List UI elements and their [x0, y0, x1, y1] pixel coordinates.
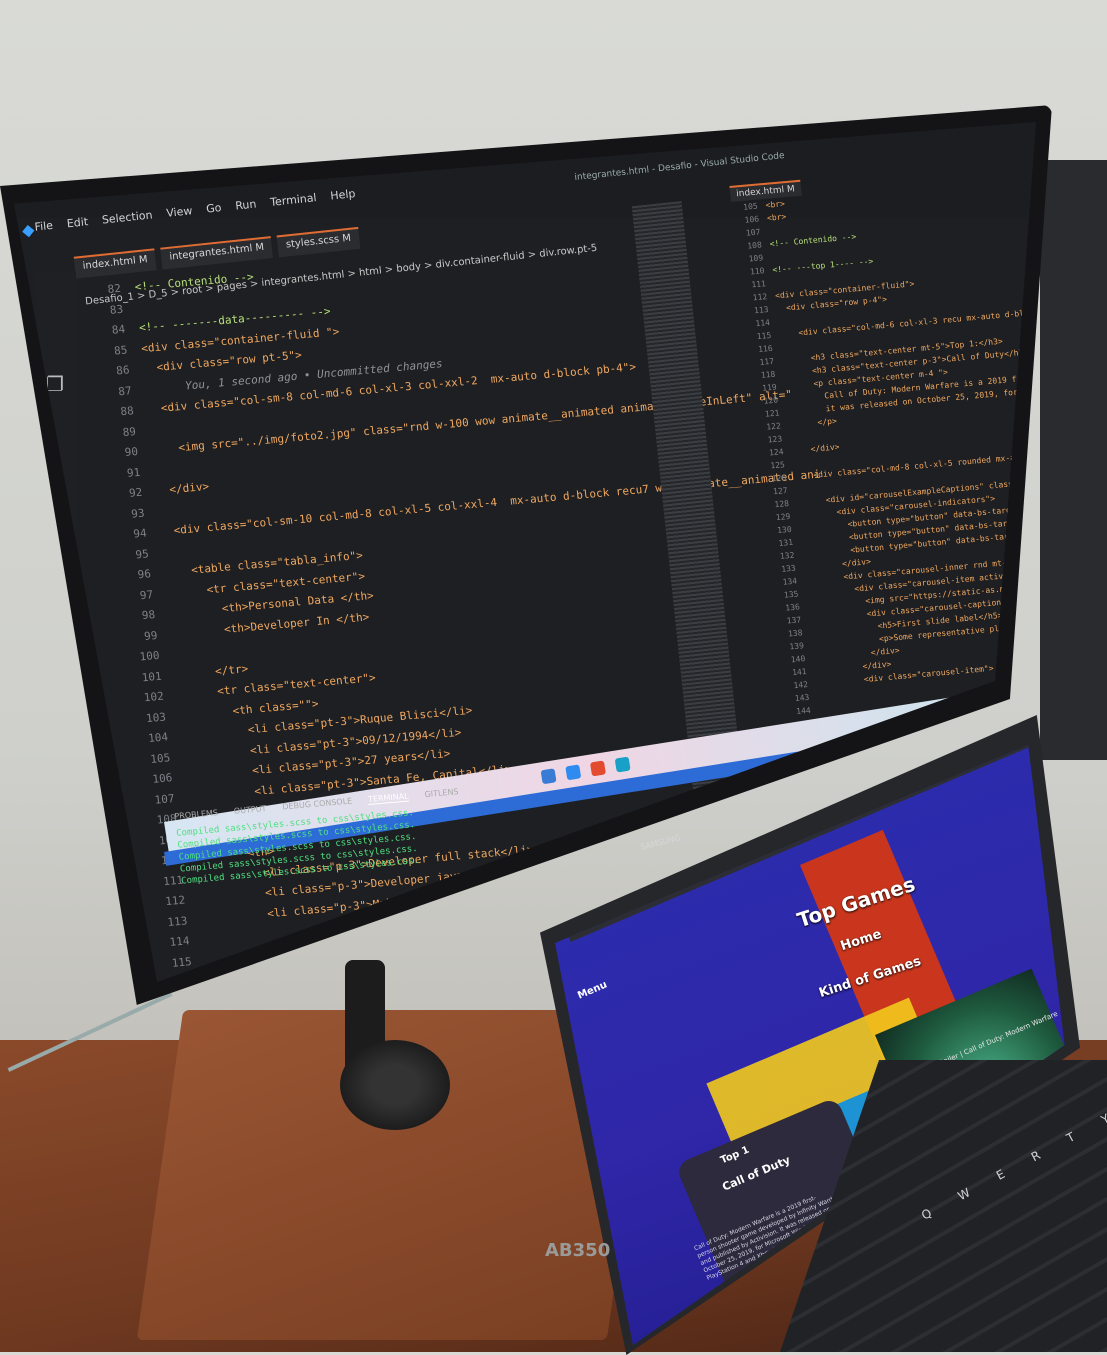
menu-item[interactable]: Edit — [66, 215, 89, 235]
site-menu-link[interactable]: Menu — [576, 979, 609, 1001]
menu-item[interactable]: Run — [235, 197, 258, 217]
editor-tab[interactable]: integrantes.html M — [160, 236, 274, 270]
editor-tab[interactable]: styles.scss M — [276, 226, 361, 258]
taskbar-edge-icon[interactable] — [614, 756, 631, 773]
split-editor-lines: 105 <br> 106 <br> 107 108 <!-- Contenido --> 10… — [731, 176, 1036, 719]
gear-icon[interactable]: ⚙ — [46, 872, 64, 896]
code-text: </tr> — [174, 661, 249, 681]
menu-item[interactable]: Help — [330, 187, 357, 208]
line-number: 144 — [795, 705, 812, 717]
editor-tab[interactable]: index.html M — [73, 248, 157, 279]
panel-tab[interactable]: GITLENS — [424, 787, 459, 800]
extensions-icon[interactable]: ▦ — [46, 572, 65, 596]
code-text: <br> — [766, 212, 787, 223]
code-text: </div> — [155, 479, 210, 498]
background-wall — [1040, 160, 1107, 760]
monitor-stand-base — [340, 1040, 450, 1130]
code-text: </p> — [788, 416, 838, 430]
menu-item[interactable]: File — [34, 219, 54, 239]
split-editor[interactable]: index.html M 105 <br> 106 <br> 107 108 <!-- Co… — [729, 156, 1036, 739]
monitor-brand-logo: SAMSUNG — [639, 833, 682, 852]
explorer-icon[interactable]: ❐ — [46, 372, 64, 396]
code-text: <br> — [765, 199, 786, 210]
menu-item[interactable]: View — [166, 204, 194, 225]
menu-item[interactable]: Go — [206, 201, 223, 220]
gitlens-icon[interactable]: ◎ — [46, 622, 63, 646]
panel-tab[interactable]: TERMINAL — [367, 791, 410, 806]
account-icon[interactable]: ◯ — [46, 832, 68, 856]
box-label: AB350 — [545, 1240, 611, 1261]
panel-tab[interactable]: OUTPUT — [233, 804, 267, 817]
menu-item[interactable]: Selection — [101, 208, 153, 231]
code-text: </div> — [790, 442, 840, 456]
